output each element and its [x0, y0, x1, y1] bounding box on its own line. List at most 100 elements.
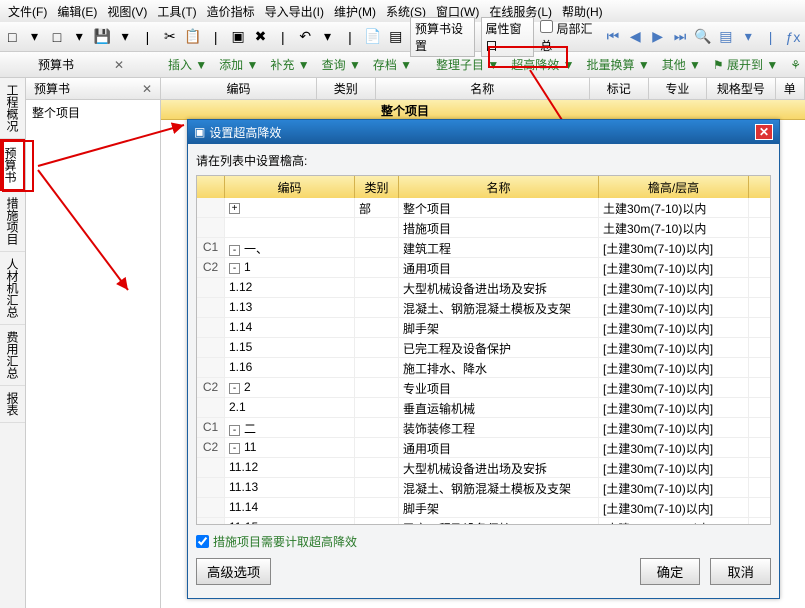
menu-item[interactable]: 导入导出(I): [261, 1, 328, 22]
column-header[interactable]: 标记: [590, 78, 649, 99]
advanced-button[interactable]: 高级选项: [196, 558, 271, 585]
cell[interactable]: [355, 318, 399, 337]
cell[interactable]: [355, 378, 399, 397]
vtab-5[interactable]: 报表: [0, 386, 25, 423]
cell[interactable]: 11.15: [225, 518, 355, 525]
measure-checkbox[interactable]: 措施项目需要计取超高降效: [196, 533, 357, 550]
cell[interactable]: [355, 238, 399, 257]
cell[interactable]: 部: [355, 198, 399, 217]
cell[interactable]: [土建30m(7-10)以内]: [599, 378, 749, 397]
menu-item[interactable]: 帮助(H): [558, 1, 607, 22]
toolbar-icon[interactable]: |: [139, 28, 155, 46]
cell[interactable]: [225, 218, 355, 237]
cell[interactable]: 通用项目: [399, 438, 599, 457]
column-header[interactable]: 编码: [161, 78, 317, 99]
table-row[interactable]: 11.12大型机械设备进出场及安拆[土建30m(7-10)以内]: [197, 458, 770, 478]
toolbar-icon[interactable]: ▾: [26, 28, 42, 46]
cell[interactable]: 混凝土、钢筋混凝土模板及支架: [399, 478, 599, 497]
cell[interactable]: -二: [225, 418, 355, 437]
cell[interactable]: [355, 418, 399, 437]
table-row[interactable]: 1.12 大型机械设备进出场及安拆[土建30m(7-10)以内]: [197, 278, 770, 298]
toolbar-icon[interactable]: ▤: [388, 28, 404, 46]
cell[interactable]: [土建30m(7-10)以内]: [599, 498, 749, 517]
cell[interactable]: -一、: [225, 238, 355, 257]
cell[interactable]: [355, 458, 399, 477]
nav-icon[interactable]: |: [762, 28, 778, 46]
cell[interactable]: [355, 258, 399, 277]
menu-item[interactable]: 造价指标: [203, 1, 259, 22]
ok-button[interactable]: 确定: [640, 558, 701, 585]
nav-icon[interactable]: ⏮: [605, 28, 621, 46]
cell[interactable]: 混凝土、钢筋混凝土模板及支架: [399, 298, 599, 317]
table-row[interactable]: 1.14脚手架[土建30m(7-10)以内]: [197, 318, 770, 338]
toolbar-icon[interactable]: ✂: [162, 28, 178, 46]
column-header[interactable]: 专业: [649, 78, 708, 99]
cell[interactable]: 11.13: [225, 478, 355, 497]
cell[interactable]: [355, 218, 399, 237]
cell[interactable]: 脚手架: [399, 498, 599, 517]
close-icon[interactable]: ✕: [755, 124, 773, 140]
column-header[interactable]: 名称: [376, 78, 590, 99]
cell[interactable]: [土建30m(7-10)以内]: [599, 478, 749, 497]
cell[interactable]: 脚手架: [399, 318, 599, 337]
action-item-1[interactable]: 添加 ▼: [219, 56, 258, 73]
cell[interactable]: [355, 398, 399, 417]
cell[interactable]: 11.14: [225, 498, 355, 517]
action-item-10[interactable]: ⚑ 展开到 ▼: [713, 56, 778, 73]
table-row[interactable]: 1.13混凝土、钢筋混凝土模板及支架[土建30m(7-10)以内]: [197, 298, 770, 318]
table-row[interactable]: C2-11通用项目[土建30m(7-10)以内]: [197, 438, 770, 458]
cell[interactable]: [355, 278, 399, 297]
cell[interactable]: -2: [225, 378, 355, 397]
toolbar-icon[interactable]: ✖: [252, 28, 268, 46]
cell[interactable]: [355, 338, 399, 357]
cell[interactable]: [土建30m(7-10)以内]: [599, 278, 749, 297]
action-item-0[interactable]: 插入 ▼: [168, 56, 207, 73]
table-row[interactable]: 1.15已完工程及设备保护[土建30m(7-10)以内]: [197, 338, 770, 358]
cell[interactable]: [355, 438, 399, 457]
table-row[interactable]: C2-2专业项目[土建30m(7-10)以内]: [197, 378, 770, 398]
cancel-button[interactable]: 取消: [710, 558, 771, 585]
side-tree[interactable]: 整个项目: [26, 100, 160, 125]
toolbar-icon[interactable]: |: [208, 28, 224, 46]
table-row[interactable]: 11.15 已完工程及设备保护[土建30m(7-10)以内]: [197, 518, 770, 525]
menu-item[interactable]: 维护(M): [330, 1, 380, 22]
action-item-4[interactable]: 存档 ▼: [373, 56, 412, 73]
toolbar-icon[interactable]: □: [49, 28, 65, 46]
cell[interactable]: 装饰装修工程: [399, 418, 599, 437]
column-header[interactable]: 类别: [317, 78, 376, 99]
cell[interactable]: 1.15: [225, 338, 355, 357]
action-item-11[interactable]: ⚘: [790, 58, 801, 72]
cell[interactable]: [355, 478, 399, 497]
toolbar-icon[interactable]: 💾: [94, 28, 111, 46]
table-row[interactable]: +部整个项目土建30m(7-10)以内: [197, 198, 770, 218]
cell[interactable]: 大型机械设备进出场及安拆: [399, 278, 599, 297]
toolbar-icon[interactable]: 📋: [184, 28, 201, 46]
vtab-4[interactable]: 费用汇总: [0, 325, 25, 386]
table-row[interactable]: 11.14 脚手架[土建30m(7-10)以内]: [197, 498, 770, 518]
cell[interactable]: [土建30m(7-10)以内]: [599, 438, 749, 457]
cell[interactable]: [355, 298, 399, 317]
cell[interactable]: 施工排水、降水: [399, 358, 599, 377]
cell[interactable]: 1.12: [225, 278, 355, 297]
nav-icon[interactable]: ▶: [649, 28, 665, 46]
menu-item[interactable]: 文件(F): [4, 1, 51, 22]
action-item-3[interactable]: 查询 ▼: [322, 56, 361, 73]
cell[interactable]: 整个项目: [399, 198, 599, 217]
close-icon[interactable]: ✕: [142, 82, 152, 96]
cell[interactable]: [土建30m(7-10)以内]: [599, 518, 749, 525]
cell[interactable]: 已完工程及设备保护: [399, 518, 599, 525]
menu-item[interactable]: 视图(V): [103, 1, 151, 22]
toolbar-icon[interactable]: ↶: [297, 28, 313, 46]
table-row[interactable]: C1-二装饰装修工程[土建30m(7-10)以内]: [197, 418, 770, 438]
action-item-8[interactable]: 批量换算 ▼: [586, 56, 649, 73]
cell[interactable]: [355, 518, 399, 525]
action-item-9[interactable]: 其他 ▼: [662, 56, 701, 73]
table-row[interactable]: 11.13 混凝土、钢筋混凝土模板及支架[土建30m(7-10)以内]: [197, 478, 770, 498]
cell[interactable]: [土建30m(7-10)以内]: [599, 418, 749, 437]
cell[interactable]: [土建30m(7-10)以内]: [599, 238, 749, 257]
cell[interactable]: [355, 358, 399, 377]
column-header[interactable]: 单: [776, 78, 805, 99]
vtab-2[interactable]: 措施项目: [0, 191, 25, 252]
cell[interactable]: -11: [225, 438, 355, 457]
nav-icon[interactable]: ▤: [718, 28, 734, 46]
